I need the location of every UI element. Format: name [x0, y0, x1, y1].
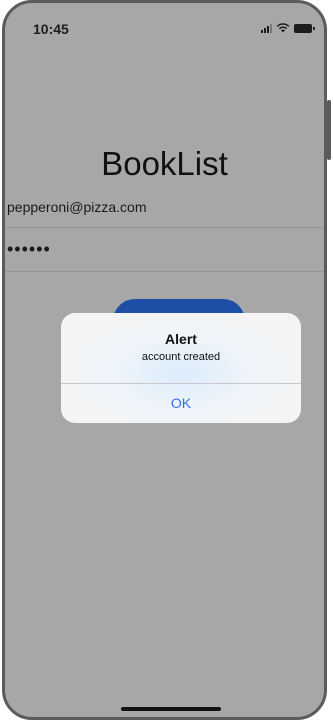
wifi-icon — [276, 23, 290, 33]
battery-icon — [294, 23, 315, 33]
alert-dialog: Alert account created OK — [61, 313, 301, 423]
password-field[interactable]: •••••• — [5, 231, 324, 272]
alert-title: Alert — [165, 331, 197, 347]
signal-icon — [261, 23, 272, 33]
home-indicator[interactable] — [121, 707, 221, 711]
alert-ok-button[interactable]: OK — [61, 384, 301, 423]
email-field[interactable]: pepperoni@pizza.com — [5, 193, 324, 228]
alert-message: account created — [141, 351, 221, 363]
phone-screen: 10:45 BookList pepperoni@pizza.com •••••… — [2, 0, 327, 720]
status-icons — [261, 23, 315, 33]
status-time: 10:45 — [33, 21, 69, 37]
side-button — [327, 100, 331, 160]
app-title: BookList — [101, 145, 228, 182]
